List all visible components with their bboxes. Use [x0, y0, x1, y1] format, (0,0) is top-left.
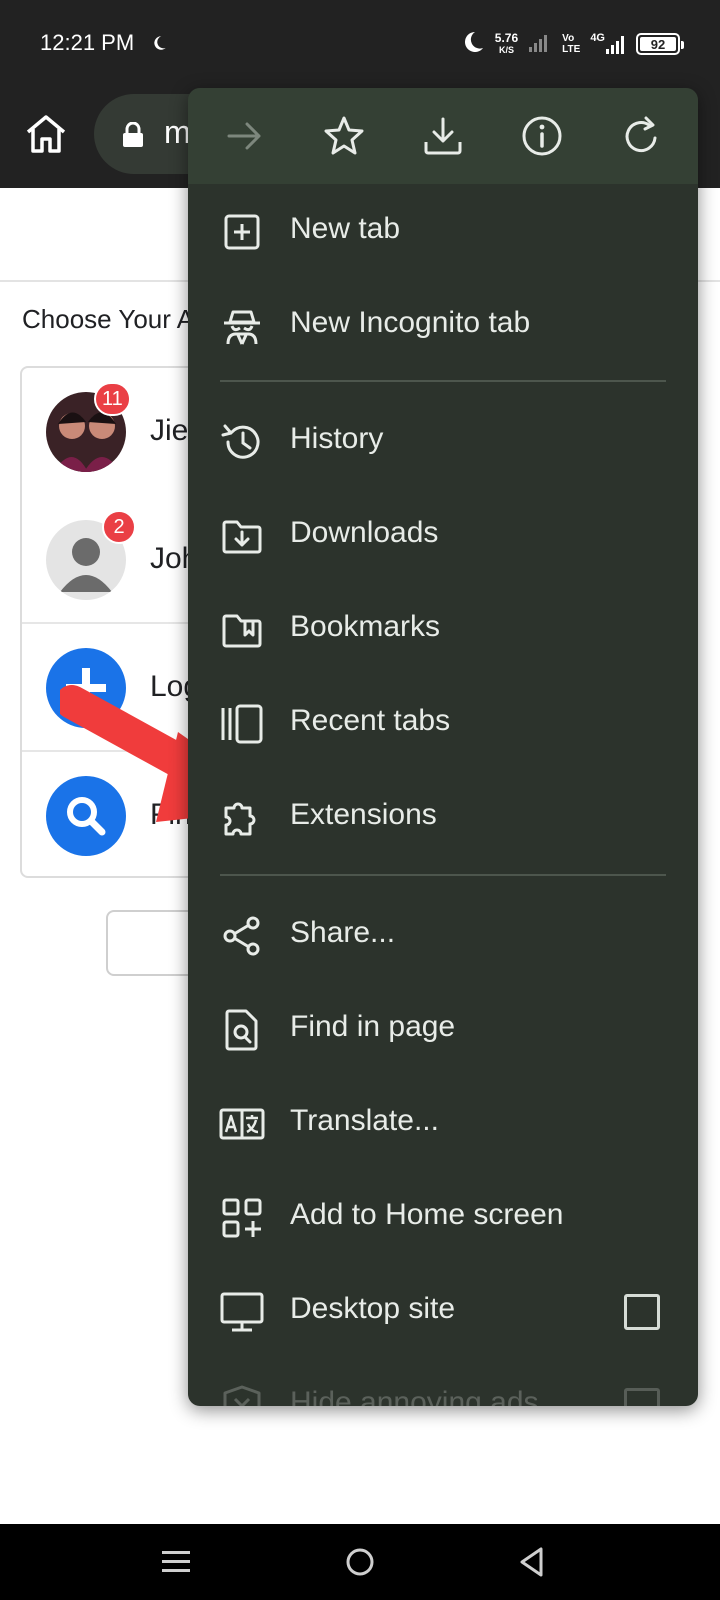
menu-item-bookmarks[interactable]: Bookmarks — [188, 582, 698, 676]
star-icon — [324, 116, 364, 155]
menu-divider — [220, 874, 666, 876]
incognito-icon — [224, 310, 260, 345]
menu-item-label: Add to Home screen — [290, 1198, 564, 1231]
do-not-disturb-icon — [150, 34, 168, 57]
notification-badge: 11 — [94, 382, 131, 416]
downloads-icon — [222, 520, 262, 554]
download-page-button[interactable] — [415, 108, 471, 164]
shield-icon — [223, 1385, 261, 1406]
find-account-label: Fin — [150, 798, 192, 831]
signal-strong-icon — [606, 36, 624, 54]
add-to-home-icon — [222, 1198, 262, 1238]
menu-item-share[interactable]: Share... — [188, 888, 698, 982]
menu-item-label: Downloads — [290, 516, 439, 549]
back-nav-button[interactable] — [508, 1538, 556, 1586]
account-name: Jie — [150, 414, 189, 447]
menu-item-recent-tabs[interactable]: Recent tabs — [188, 676, 698, 770]
menu-action-bar — [188, 88, 698, 184]
forward-arrow-icon — [227, 122, 261, 150]
hide-ads-checkbox[interactable] — [624, 1388, 660, 1406]
find-in-page-icon — [225, 1009, 258, 1051]
status-bar: 12:21 PM 5.76 K/S Vo LTE 4G 92 — [0, 0, 720, 88]
menu-item-label: Translate... — [290, 1104, 439, 1137]
menu-item-extensions[interactable]: Extensions — [188, 770, 698, 864]
volte-top: Vo — [562, 33, 575, 44]
volte-indicator: Vo LTE — [562, 33, 580, 55]
menu-item-new-tab[interactable]: New tab — [188, 184, 698, 278]
forward-button[interactable] — [217, 108, 273, 164]
signal-weak-icon — [528, 31, 552, 58]
recent-tabs-icon — [221, 704, 263, 744]
desktop-icon — [220, 1292, 264, 1332]
refresh-icon — [625, 116, 657, 153]
desktop-site-checkbox[interactable] — [624, 1294, 660, 1330]
menu-item-label: New tab — [290, 212, 401, 245]
menu-item-label: Desktop site — [290, 1292, 456, 1325]
lock-icon — [122, 121, 144, 153]
network-type: 4G — [590, 32, 605, 44]
overflow-menu: New tab New Incognito tab History Downlo… — [188, 88, 698, 1406]
menu-item-new-incognito-tab[interactable]: New Incognito tab — [188, 278, 698, 372]
puzzle-icon — [224, 802, 256, 836]
bookmarks-icon — [222, 614, 262, 648]
info-icon — [522, 116, 562, 156]
menu-item-find-in-page[interactable]: Find in page — [188, 982, 698, 1076]
menu-item-label: Find in page — [290, 1010, 456, 1043]
home-nav-button[interactable] — [336, 1538, 384, 1586]
system-nav-bar — [0, 1524, 720, 1600]
search-icon — [46, 776, 126, 856]
menu-item-downloads[interactable]: Downloads — [188, 488, 698, 582]
menu-item-label: Hide annoying ads — [290, 1386, 539, 1406]
menu-item-label: Bookmarks — [290, 610, 441, 643]
menu-item-hide-annoying-ads[interactable]: Hide annoying ads — [188, 1358, 698, 1406]
status-icons: 5.76 K/S Vo LTE 4G 92 — [461, 26, 684, 62]
menu-item-history[interactable]: History — [188, 394, 698, 488]
signal-4g: 4G — [590, 33, 626, 55]
reload-button[interactable] — [613, 108, 669, 164]
page-info-button[interactable] — [514, 108, 570, 164]
network-speed: 5.76 K/S — [495, 32, 518, 56]
back-triangle-icon — [520, 1547, 543, 1577]
recent-apps-button[interactable] — [152, 1538, 200, 1586]
new-tab-icon — [224, 214, 260, 250]
menu-item-label: Share... — [290, 916, 396, 949]
status-time: 12:21 PM — [40, 30, 135, 55]
menu-lines-icon — [162, 1551, 190, 1572]
circle-home-icon — [346, 1548, 374, 1576]
battery-indicator: 92 — [636, 33, 684, 55]
menu-item-label: Recent tabs — [290, 704, 451, 737]
night-mode-icon — [461, 30, 485, 59]
volte-bottom: LTE — [562, 44, 581, 55]
page-heading: Choose Your A — [22, 304, 195, 334]
home-button[interactable] — [22, 110, 70, 158]
menu-divider — [220, 380, 666, 382]
url-text: m — [164, 114, 191, 150]
menu-item-label: New Incognito tab — [290, 306, 531, 339]
bookmark-button[interactable] — [316, 108, 372, 164]
network-speed-value: 5.76 — [494, 31, 519, 45]
menu-item-label: History — [290, 422, 384, 455]
battery-level: 92 — [650, 36, 666, 52]
menu-item-add-to-home-screen[interactable]: Add to Home screen — [188, 1170, 698, 1264]
menu-item-desktop-site[interactable]: Desktop site — [188, 1264, 698, 1358]
share-icon — [223, 916, 260, 956]
network-speed-unit: K/S — [498, 45, 514, 55]
home-icon — [26, 115, 66, 153]
notification-badge: 2 — [102, 510, 136, 544]
add-account-icon — [46, 648, 126, 728]
menu-item-translate[interactable]: Translate... — [188, 1076, 698, 1170]
download-icon — [424, 117, 462, 155]
history-icon — [221, 424, 260, 459]
menu-item-label: Extensions — [290, 798, 437, 831]
translate-icon — [219, 1108, 265, 1140]
